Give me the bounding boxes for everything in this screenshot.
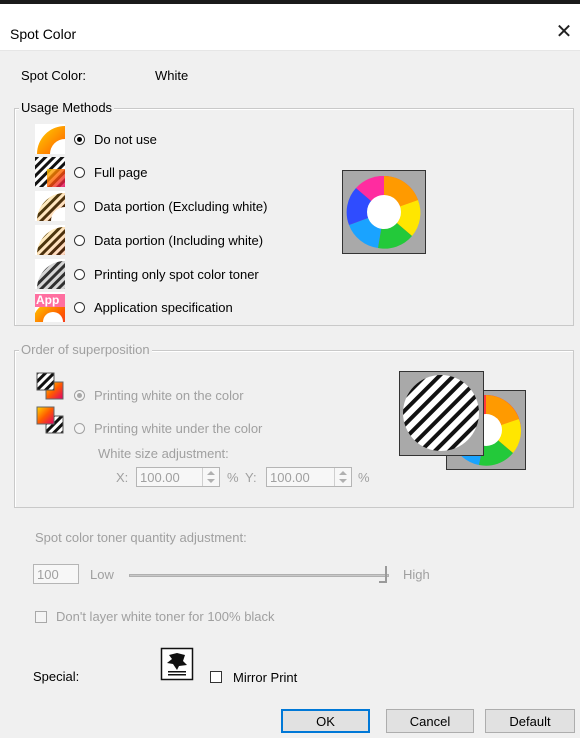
toner-high-label: High (403, 567, 430, 582)
radio-white-on-color[interactable] (74, 390, 85, 401)
spot-color-label: Spot Color: (21, 68, 87, 83)
special-label: Special: (33, 669, 80, 684)
mirror-print-checkbox[interactable] (210, 671, 222, 683)
radio-data-excluding-white[interactable] (74, 201, 85, 212)
y-label: Y: (245, 470, 257, 485)
y-size-value: 100.00 (270, 470, 310, 485)
x-unit: % (227, 470, 239, 485)
ok-button[interactable]: OK (281, 709, 370, 733)
radio-application-spec[interactable] (74, 302, 85, 313)
x-label: X: (116, 470, 129, 485)
usage-methods-legend: Usage Methods (19, 100, 115, 115)
spot-color-value: White (155, 68, 189, 83)
toner-low-label: Low (90, 567, 114, 582)
full-page-hatch-icon (35, 157, 65, 187)
x-size-spinbox[interactable]: 100.00 (136, 467, 220, 487)
toner-slider-track[interactable] (129, 574, 389, 577)
toner-slider-thumb[interactable] (379, 566, 387, 583)
radio-white-under-color[interactable] (74, 423, 85, 434)
label-application-spec: Application specification (94, 300, 233, 315)
mirror-print-icon (160, 647, 194, 681)
window-title: Spot Color (10, 26, 77, 42)
white-size-label: White size adjustment: (98, 446, 229, 461)
close-button[interactable]: ✕ (550, 14, 578, 48)
data-including-white-icon (35, 225, 65, 255)
label-data-excluding-white: Data portion (Excluding white) (94, 199, 268, 214)
superposition-preview-icon (399, 371, 527, 471)
close-icon: ✕ (555, 20, 573, 43)
label-white-on-color: Printing white on the color (94, 388, 244, 403)
label-full-page: Full page (94, 165, 148, 180)
app-icon-text: App (36, 293, 60, 307)
toner-quantity-label: Spot color toner quantity adjustment: (35, 530, 247, 545)
toner-quantity-field[interactable]: 100 (33, 564, 79, 584)
default-button[interactable]: Default (485, 709, 575, 733)
label-do-not-use: Do not use (94, 132, 157, 147)
y-size-spinbox[interactable]: 100.00 (266, 467, 352, 487)
toner-quantity-value: 100 (37, 567, 59, 582)
data-excluding-white-icon (35, 191, 65, 221)
application-spec-icon: App (35, 292, 65, 322)
y-unit: % (358, 470, 370, 485)
x-size-value: 100.00 (140, 470, 180, 485)
label-spot-toner-only: Printing only spot color toner (94, 267, 259, 282)
y-spin-arrows[interactable] (334, 468, 351, 486)
x-spin-arrows[interactable] (202, 468, 219, 486)
mirror-print-label: Mirror Print (233, 670, 298, 685)
white-on-color-icon (36, 372, 64, 400)
layer-white-label: Don't layer white toner for 100% black (56, 609, 275, 624)
rainbow-swirl-icon (35, 124, 65, 154)
title-bar: Spot Color ✕ (0, 4, 580, 51)
radio-do-not-use[interactable] (74, 134, 85, 145)
spot-toner-only-icon (35, 259, 65, 289)
label-data-including-white: Data portion (Including white) (94, 233, 264, 248)
cancel-button[interactable]: Cancel (386, 709, 474, 733)
label-white-under-color: Printing white under the color (94, 421, 263, 436)
dialog-body: Spot Color: White Usage Methods Do not u… (0, 51, 580, 738)
layer-white-checkbox[interactable] (35, 611, 47, 623)
radio-spot-toner-only[interactable] (74, 269, 85, 280)
radio-full-page[interactable] (74, 167, 85, 178)
radio-data-including-white[interactable] (74, 235, 85, 246)
superposition-legend: Order of superposition (19, 342, 152, 357)
white-under-color-icon (36, 406, 64, 434)
color-ring-preview-icon (342, 170, 426, 254)
